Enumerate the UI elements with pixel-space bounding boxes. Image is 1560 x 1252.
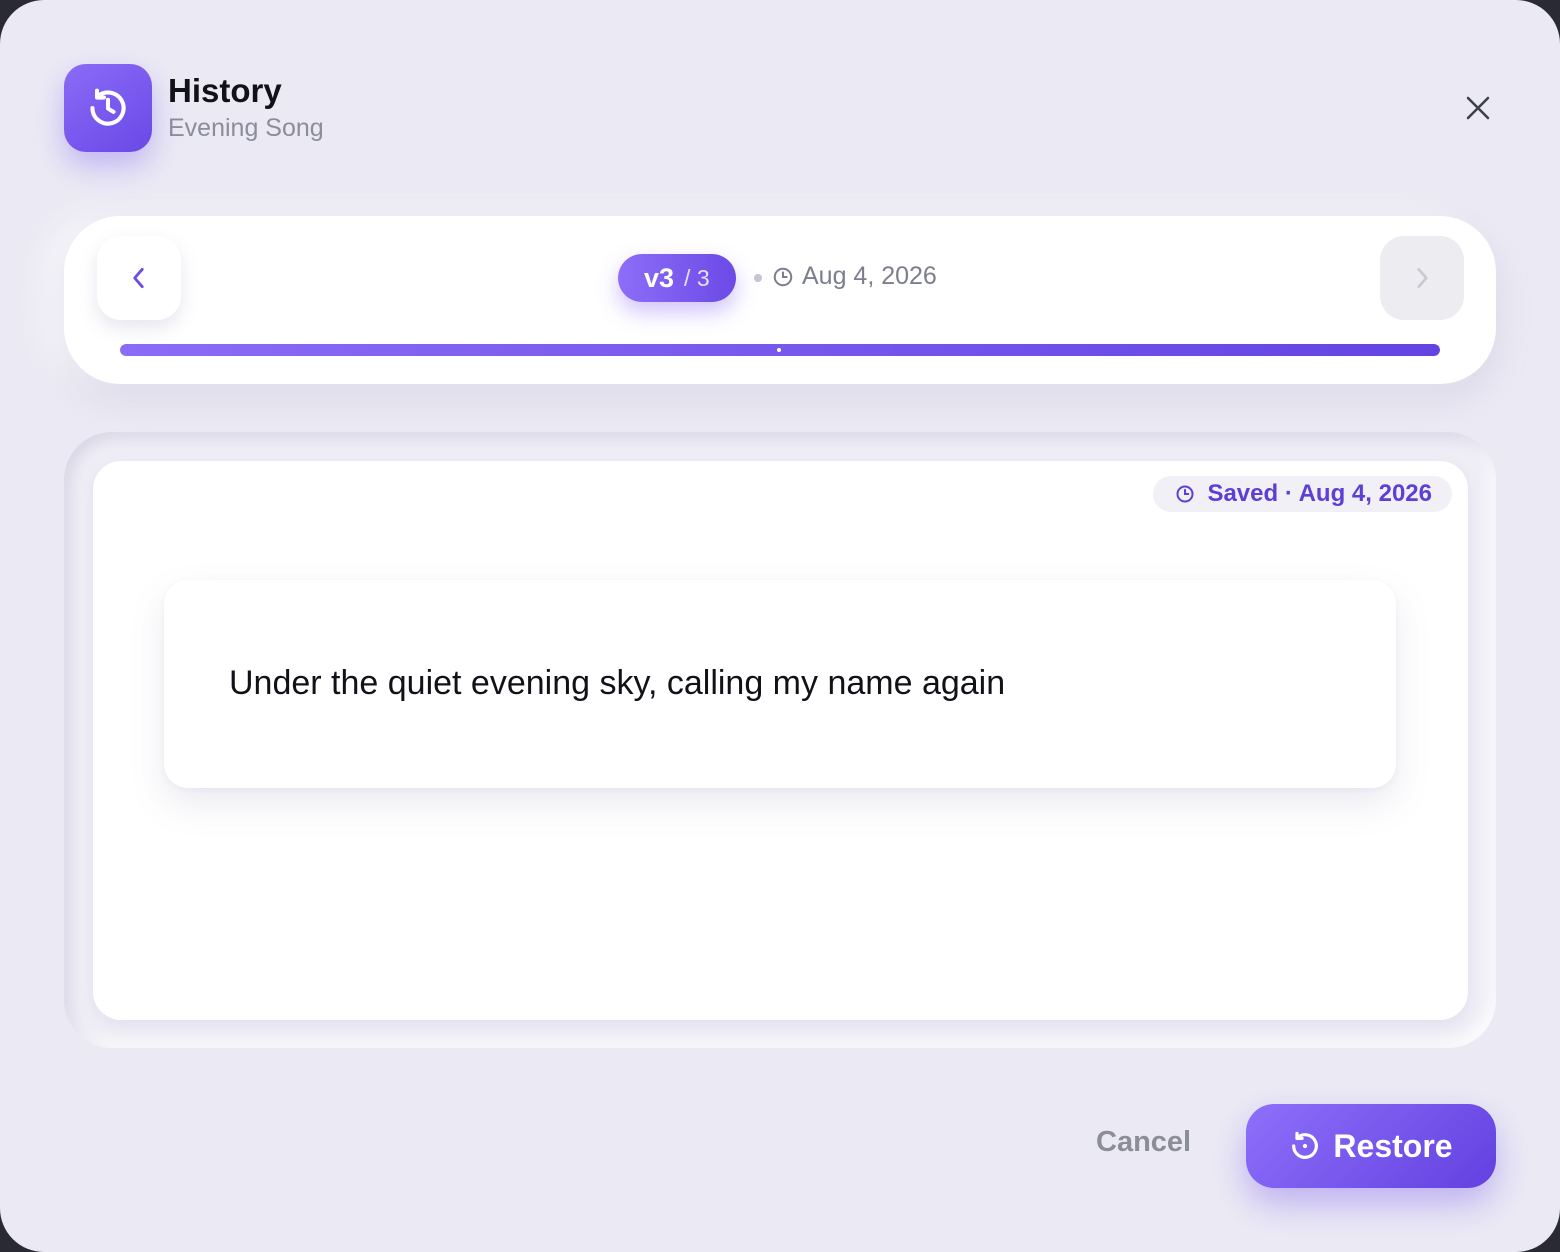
version-total: / 3 bbox=[684, 264, 710, 291]
saved-label: Saved · Aug 4, 2026 bbox=[1207, 480, 1432, 507]
progress-marker bbox=[777, 348, 781, 352]
clock-icon bbox=[773, 267, 793, 286]
version-date: Aug 4, 2026 bbox=[772, 262, 937, 291]
song-name: Evening Song bbox=[168, 114, 324, 142]
history-icon bbox=[64, 64, 152, 152]
chevron-right-icon bbox=[1417, 268, 1428, 288]
saved-badge: Saved · Aug 4, 2026 bbox=[1153, 476, 1452, 512]
lyric-line: Under the quiet evening sky, calling my … bbox=[229, 664, 1006, 702]
current-version: v3 bbox=[644, 262, 675, 293]
version-progress-track[interactable] bbox=[120, 344, 1440, 356]
close-button[interactable] bbox=[1452, 82, 1504, 134]
content-surface: Saved · Aug 4, 2026 Under the quiet even… bbox=[93, 461, 1468, 1020]
chevron-left-icon bbox=[133, 267, 144, 289]
clock-icon bbox=[1176, 485, 1194, 503]
restore-icon bbox=[1292, 1131, 1319, 1159]
version-navigator: v3 / 3 Aug 4, 2026 bbox=[64, 216, 1496, 384]
content-panel: Saved · Aug 4, 2026 Under the quiet even… bbox=[64, 432, 1496, 1048]
dialog-title: History bbox=[168, 72, 282, 109]
cancel-button[interactable]: Cancel bbox=[1096, 1126, 1191, 1166]
previous-version-button[interactable] bbox=[97, 236, 181, 320]
lyric-card: Under the quiet evening sky, calling my … bbox=[164, 580, 1396, 788]
next-version-button[interactable] bbox=[1380, 236, 1464, 320]
version-badge: v3 / 3 bbox=[618, 254, 736, 302]
close-icon bbox=[1466, 96, 1490, 120]
restore-label: Restore bbox=[1333, 1127, 1453, 1164]
history-dialog: History Evening Song v3 / 3 Aug 4, 2026 bbox=[0, 0, 1560, 1252]
separator-dot bbox=[754, 274, 762, 282]
restore-button[interactable]: Restore bbox=[1246, 1104, 1496, 1188]
version-date-text: Aug 4, 2026 bbox=[802, 262, 937, 290]
